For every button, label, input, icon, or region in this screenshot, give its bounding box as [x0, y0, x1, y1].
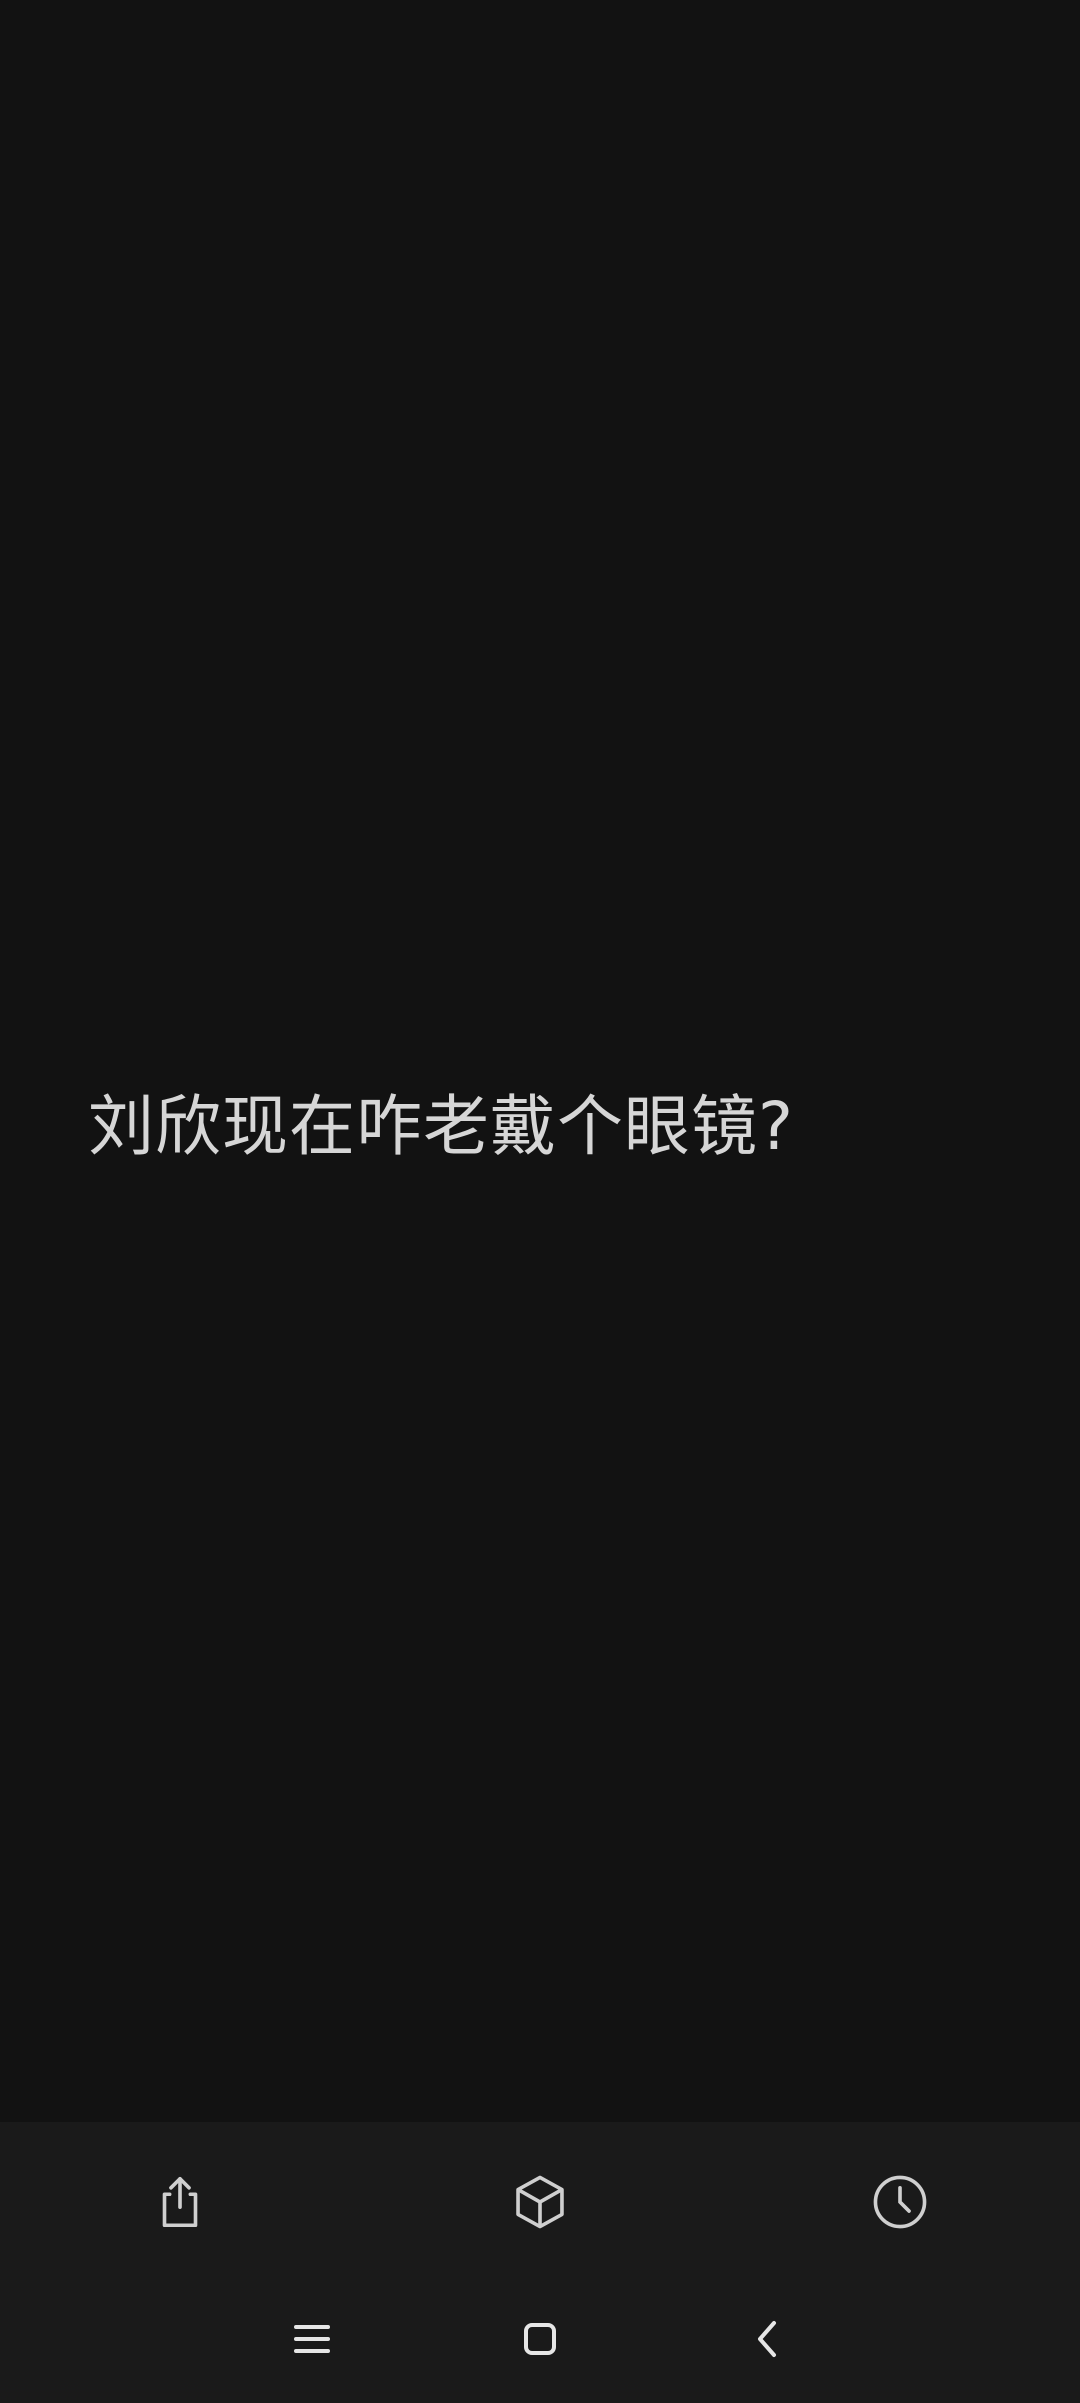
- history-button[interactable]: [860, 2162, 940, 2242]
- recent-apps-icon: [294, 2325, 330, 2353]
- post-text: 刘欣现在咋老戴个眼镜?: [88, 1088, 795, 1165]
- back-button[interactable]: [728, 2299, 808, 2379]
- share-button[interactable]: [140, 2162, 220, 2242]
- bottom-toolbar: [0, 2122, 1080, 2277]
- back-icon: [758, 2321, 776, 2357]
- home-icon: [524, 2323, 556, 2355]
- cube-button[interactable]: [500, 2162, 580, 2242]
- home-button[interactable]: [500, 2299, 580, 2379]
- post-content-area: 刘欣现在咋老戴个眼镜?: [0, 0, 1080, 2122]
- clock-icon: [873, 2175, 927, 2229]
- share-icon: [162, 2176, 198, 2228]
- screen: 刘欣现在咋老戴个眼镜?: [0, 0, 1080, 2403]
- system-navigation-bar: [0, 2277, 1080, 2403]
- recent-apps-button[interactable]: [272, 2299, 352, 2379]
- cube-icon: [516, 2175, 564, 2229]
